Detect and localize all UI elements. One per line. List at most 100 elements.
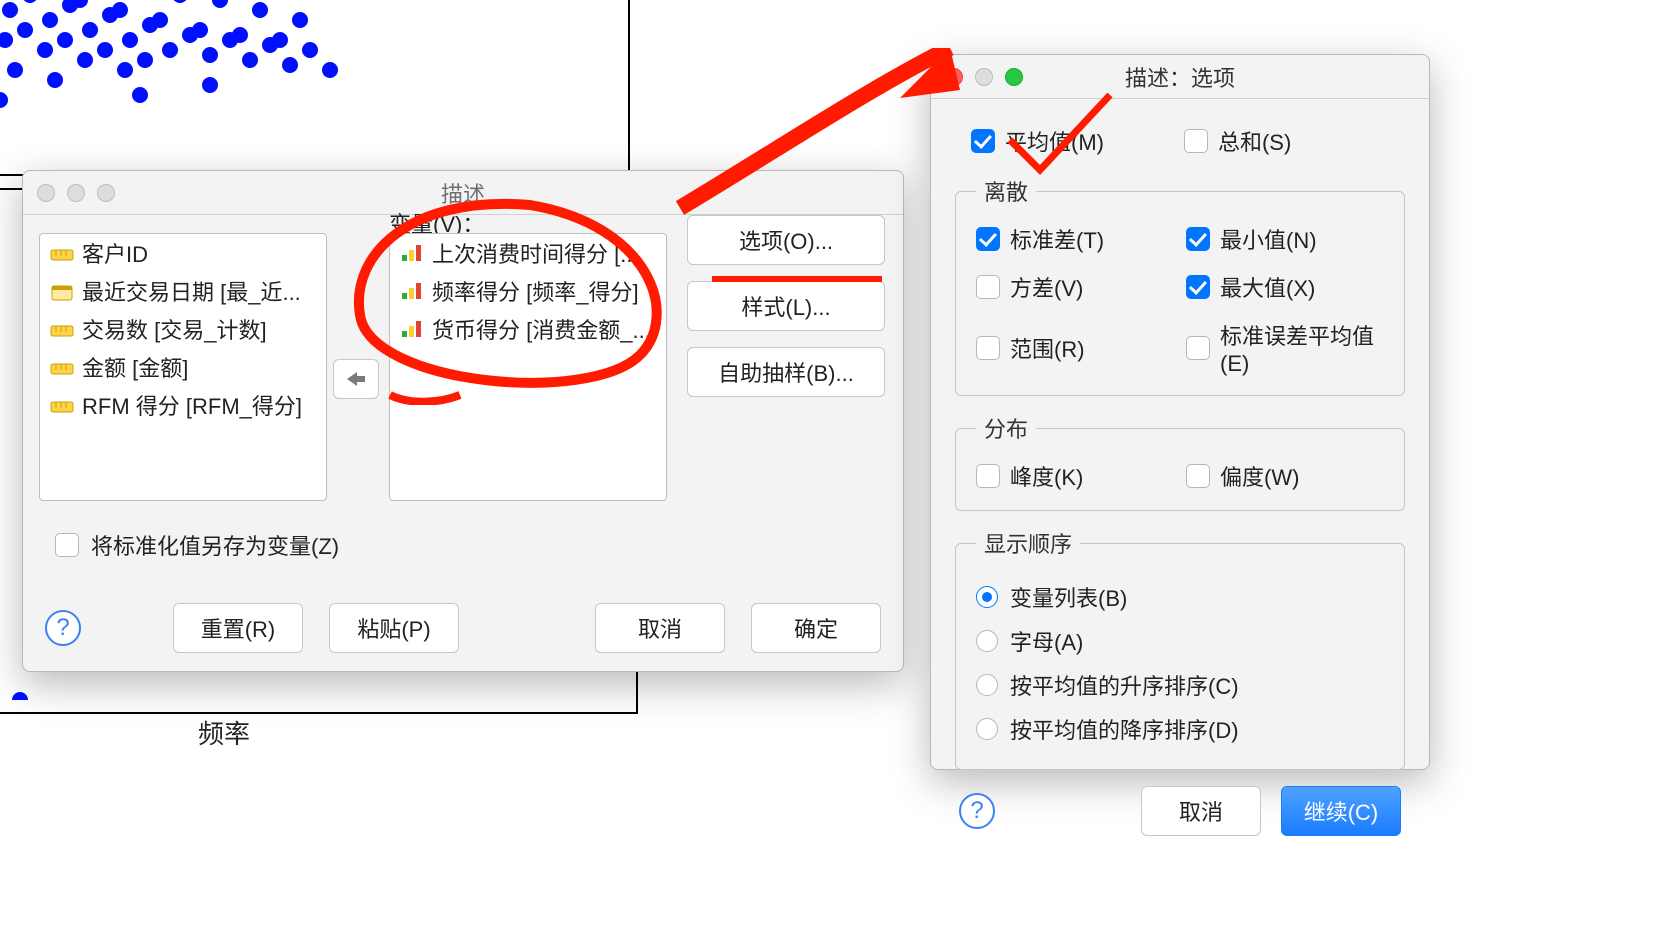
- max-checkbox[interactable]: 最大值(X): [1186, 271, 1384, 303]
- radio-icon[interactable]: [976, 718, 998, 740]
- checkbox[interactable]: [976, 464, 1000, 488]
- list-item[interactable]: 频率得分 [频率_得分]: [390, 272, 666, 310]
- options-dialog: 描述：选项 平均值(M) 总和(S) 离散 标准差(T) 最小值(N: [930, 54, 1430, 770]
- checkbox-label: 最大值(X): [1220, 271, 1315, 303]
- scale-icon: [50, 320, 74, 338]
- move-back-button[interactable]: [333, 359, 379, 399]
- checkbox-label: 范围(R): [1010, 332, 1085, 364]
- list-item[interactable]: 交易数 [交易_计数]: [40, 310, 326, 348]
- source-variable-list[interactable]: 客户ID 最近交易日期 [最_近... 交易数 [交易_计数] 金额 [金额]: [39, 233, 327, 501]
- group-legend: 分布: [976, 412, 1036, 444]
- ok-button[interactable]: 确定: [751, 603, 881, 653]
- zoom-icon[interactable]: [97, 184, 115, 202]
- min-checkbox[interactable]: 最小值(N): [1186, 223, 1384, 255]
- item-label: 最近交易日期 [最_近...: [82, 275, 301, 307]
- checkbox-label: 最小值(N): [1220, 223, 1317, 255]
- sum-checkbox[interactable]: 总和(S): [1184, 125, 1291, 157]
- checkbox-label: 方差(V): [1010, 271, 1083, 303]
- checkbox[interactable]: [1186, 464, 1210, 488]
- range-checkbox[interactable]: 范围(R): [976, 319, 1174, 377]
- radio-icon[interactable]: [976, 674, 998, 696]
- checkbox[interactable]: [971, 129, 995, 153]
- describe-dialog: 描述 变量(V)： 客户ID 最近交易日期 [最_近... 交易数 [交易_: [22, 170, 904, 672]
- list-item[interactable]: 上次消费时间得分 [...: [390, 234, 666, 272]
- item-label: 频率得分 [频率_得分]: [432, 275, 639, 307]
- item-label: 交易数 [交易_计数]: [82, 313, 267, 345]
- dispersion-group: 离散 标准差(T) 最小值(N) 方差(V) 最大值(X): [955, 175, 1405, 396]
- zoom-icon[interactable]: [1005, 68, 1023, 86]
- order-asc-radio[interactable]: 按平均值的升序排序(C): [976, 663, 1384, 707]
- x-axis-label: 频率: [198, 714, 250, 751]
- target-variable-list[interactable]: 上次消费时间得分 [... 频率得分 [频率_得分] 货币得分 [消费金额_..…: [389, 233, 667, 501]
- checkbox[interactable]: [1186, 227, 1210, 251]
- list-item[interactable]: 客户ID: [40, 234, 326, 272]
- list-item[interactable]: 最近交易日期 [最_近...: [40, 272, 326, 310]
- continue-button[interactable]: 继续(C): [1281, 786, 1401, 836]
- radio-icon[interactable]: [976, 630, 998, 652]
- radio-label: 按平均值的升序排序(C): [1010, 669, 1239, 701]
- checkbox-label: 偏度(W): [1220, 460, 1299, 492]
- checkbox[interactable]: [976, 275, 1000, 299]
- minimize-icon[interactable]: [67, 184, 85, 202]
- help-button[interactable]: ?: [45, 610, 81, 646]
- std-checkbox[interactable]: 标准差(T): [976, 223, 1174, 255]
- checkbox[interactable]: [1184, 129, 1208, 153]
- checkbox-label: 峰度(K): [1010, 460, 1083, 492]
- checkbox-label: 总和(S): [1218, 125, 1291, 157]
- list-item[interactable]: 金额 [金额]: [40, 348, 326, 386]
- ordinal-icon: [400, 243, 424, 263]
- options-button[interactable]: 选项(O)...: [687, 215, 885, 265]
- checkbox[interactable]: [1186, 275, 1210, 299]
- bootstrap-button[interactable]: 自助抽样(B)...: [687, 347, 885, 397]
- radio-label: 变量列表(B): [1010, 581, 1127, 613]
- order-alpha-radio[interactable]: 字母(A): [976, 619, 1384, 663]
- list-item[interactable]: RFM 得分 [RFM_得分]: [40, 386, 326, 424]
- styles-button[interactable]: 样式(L)...: [687, 281, 885, 331]
- cancel-button[interactable]: 取消: [1141, 786, 1261, 836]
- cancel-button[interactable]: 取消: [595, 603, 725, 653]
- group-legend: 显示顺序: [976, 527, 1080, 559]
- checkbox[interactable]: [976, 336, 1000, 360]
- skewness-checkbox[interactable]: 偏度(W): [1186, 460, 1384, 492]
- titlebar: 描述：选项: [931, 55, 1429, 99]
- arrow-left-icon: [345, 370, 367, 388]
- scale-icon: [50, 396, 74, 414]
- reset-button[interactable]: 重置(R): [173, 603, 303, 653]
- paste-button[interactable]: 粘贴(P): [329, 603, 459, 653]
- var-checkbox[interactable]: 方差(V): [976, 271, 1174, 303]
- minimize-icon[interactable]: [975, 68, 993, 86]
- checkbox[interactable]: [976, 227, 1000, 251]
- list-item[interactable]: 货币得分 [消费金额_...: [390, 310, 666, 348]
- radio-icon[interactable]: [976, 586, 998, 608]
- close-icon[interactable]: [945, 68, 963, 86]
- checkbox-label: 标准误差平均值(E): [1220, 319, 1384, 377]
- checkbox[interactable]: [1186, 336, 1210, 360]
- close-icon[interactable]: [37, 184, 55, 202]
- checkbox-label: 标准差(T): [1010, 223, 1104, 255]
- distribution-group: 分布 峰度(K) 偏度(W): [955, 412, 1405, 511]
- group-legend: 离散: [976, 175, 1036, 207]
- scale-icon: [50, 358, 74, 376]
- item-label: 上次消费时间得分 [...: [432, 237, 639, 269]
- item-label: 金额 [金额]: [82, 351, 188, 383]
- item-label: 客户ID: [82, 237, 148, 269]
- radio-label: 按平均值的降序排序(D): [1010, 713, 1239, 745]
- mean-checkbox[interactable]: 平均值(M): [971, 125, 1104, 157]
- date-icon: [50, 282, 74, 300]
- item-label: RFM 得分 [RFM_得分]: [82, 389, 302, 421]
- display-order-group: 显示顺序 变量列表(B) 字母(A) 按平均值的升序排序(C) 按平均值的降序排…: [955, 527, 1405, 770]
- checkbox[interactable]: [55, 533, 79, 557]
- radio-label: 字母(A): [1010, 625, 1083, 657]
- scatter-chart-frame: [0, 0, 630, 190]
- se-mean-checkbox[interactable]: 标准误差平均值(E): [1186, 319, 1384, 377]
- save-z-checkbox-row[interactable]: 将标准化值另存为变量(Z): [55, 529, 339, 561]
- help-button[interactable]: ?: [959, 793, 995, 829]
- checkbox-label: 平均值(M): [1005, 125, 1104, 157]
- save-z-label: 将标准化值另存为变量(Z): [91, 529, 339, 561]
- window-title: 描述: [23, 177, 903, 209]
- order-variable-radio[interactable]: 变量列表(B): [976, 575, 1384, 619]
- ordinal-icon: [400, 281, 424, 301]
- order-desc-radio[interactable]: 按平均值的降序排序(D): [976, 707, 1384, 751]
- kurtosis-checkbox[interactable]: 峰度(K): [976, 460, 1174, 492]
- ordinal-icon: [400, 319, 424, 339]
